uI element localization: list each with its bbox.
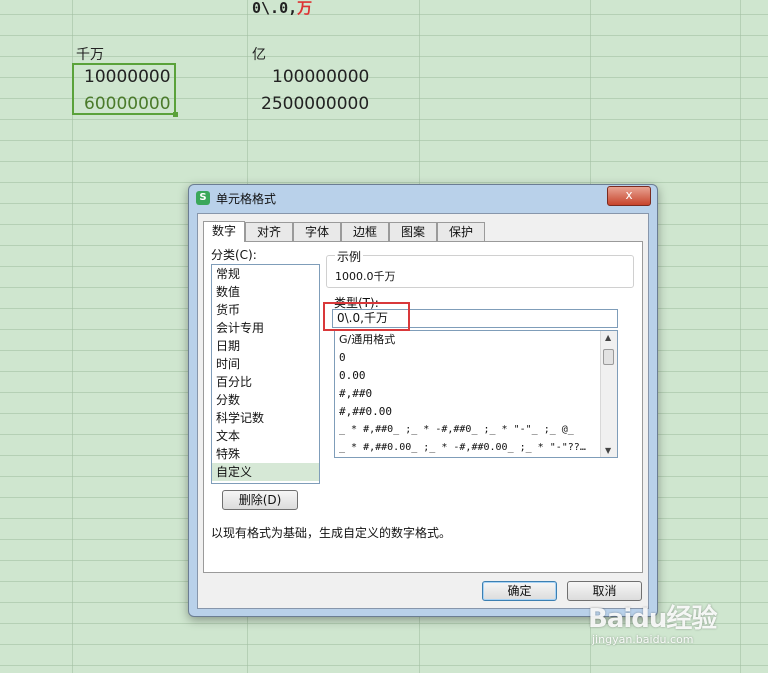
tab-font[interactable]: 字体	[293, 222, 341, 241]
column-divider	[740, 0, 741, 673]
category-item[interactable]: 日期	[212, 337, 319, 355]
wps-app-icon: S	[196, 191, 210, 205]
category-item[interactable]: 时间	[212, 355, 319, 373]
format-item[interactable]: _ * #,##0.00_ ;_ * -#,##0.00_ ;_ * "-"??…	[335, 439, 617, 457]
category-item[interactable]: 百分比	[212, 373, 319, 391]
category-item[interactable]: 分数	[212, 391, 319, 409]
scroll-up-arrow-icon[interactable]: ▲	[605, 333, 611, 342]
format-code-cell[interactable]: 0\.0,万	[252, 0, 312, 18]
cell-selection-range	[72, 63, 178, 117]
format-list[interactable]: G/通用格式 0 0.00 #,##0 #,##0.00 _ * #,##0_ …	[334, 330, 618, 458]
ok-button[interactable]: 确定	[482, 581, 557, 601]
sample-label: 示例	[335, 248, 364, 265]
tab-alignment[interactable]: 对齐	[245, 222, 293, 241]
format-item[interactable]: #,##0	[335, 385, 617, 403]
format-code-text: 0\.0,	[252, 0, 298, 17]
category-item[interactable]: 会计专用	[212, 319, 319, 337]
scroll-down-arrow-icon[interactable]: ▼	[605, 446, 611, 455]
header-cell-qianwan[interactable]: 千万	[76, 44, 104, 64]
format-code-unit: 万	[297, 0, 313, 17]
format-description: 以现有格式为基础，生成自定义的数字格式。	[211, 526, 452, 540]
tab-border[interactable]: 边框	[341, 222, 389, 241]
format-item[interactable]: G/通用格式	[335, 331, 617, 349]
format-item[interactable]: 0.00	[335, 367, 617, 385]
category-list[interactable]: 常规 数值 货币 会计专用 日期 时间 百分比 分数 科学记数 文本 特殊 自定…	[211, 264, 320, 484]
category-item[interactable]: 科学记数	[212, 409, 319, 427]
category-item[interactable]: 特殊	[212, 445, 319, 463]
watermark-logo: Baidu经验	[588, 604, 717, 634]
fill-handle[interactable]	[173, 112, 178, 117]
dialog-body: 数字 对齐 字体 边框 图案 保护 分类(C): 常规 数值 货币 会计专用 日…	[197, 213, 649, 609]
sample-value: 1000.0千万	[335, 270, 396, 283]
format-item[interactable]: 0	[335, 349, 617, 367]
header-cell-yi[interactable]: 亿	[252, 44, 266, 64]
category-label: 分类(C):	[211, 248, 257, 262]
category-item[interactable]: 数值	[212, 283, 319, 301]
sample-group: 示例 1000.0千万	[326, 248, 634, 288]
dialog-title: 单元格格式	[216, 192, 277, 206]
highlight-annotation	[323, 302, 410, 331]
scroll-thumb[interactable]	[603, 349, 614, 365]
delete-button[interactable]: 删除(D)	[222, 490, 298, 510]
format-cells-dialog: S 单元格格式 x 数字 对齐 字体 边框 图案 保护 分类(C): 常规 数值…	[188, 184, 658, 617]
format-item[interactable]: #,##0.00	[335, 403, 617, 421]
close-button[interactable]: x	[607, 186, 651, 206]
tab-pattern[interactable]: 图案	[389, 222, 437, 241]
baidu-jingyan-watermark: Baidu经验 jingyan.baidu.com	[588, 598, 717, 646]
format-list-scrollbar[interactable]: ▲ ▼	[600, 331, 617, 457]
format-item[interactable]: _ * #,##0_ ;_ * -#,##0_ ;_ * "-"_ ;_ @_	[335, 421, 617, 439]
tab-number[interactable]: 数字	[203, 221, 245, 242]
category-item[interactable]: 货币	[212, 301, 319, 319]
value-cell[interactable]: 2500000000	[261, 94, 369, 114]
value-cell[interactable]: 100000000	[272, 67, 369, 87]
category-item[interactable]: 常规	[212, 265, 319, 283]
tab-protection[interactable]: 保护	[437, 222, 485, 241]
number-tab-panel: 分类(C): 常规 数值 货币 会计专用 日期 时间 百分比 分数 科学记数 文…	[203, 241, 643, 573]
category-item[interactable]: 文本	[212, 427, 319, 445]
category-item-selected[interactable]: 自定义	[212, 463, 319, 481]
dialog-titlebar[interactable]: S 单元格格式 x	[189, 185, 657, 211]
